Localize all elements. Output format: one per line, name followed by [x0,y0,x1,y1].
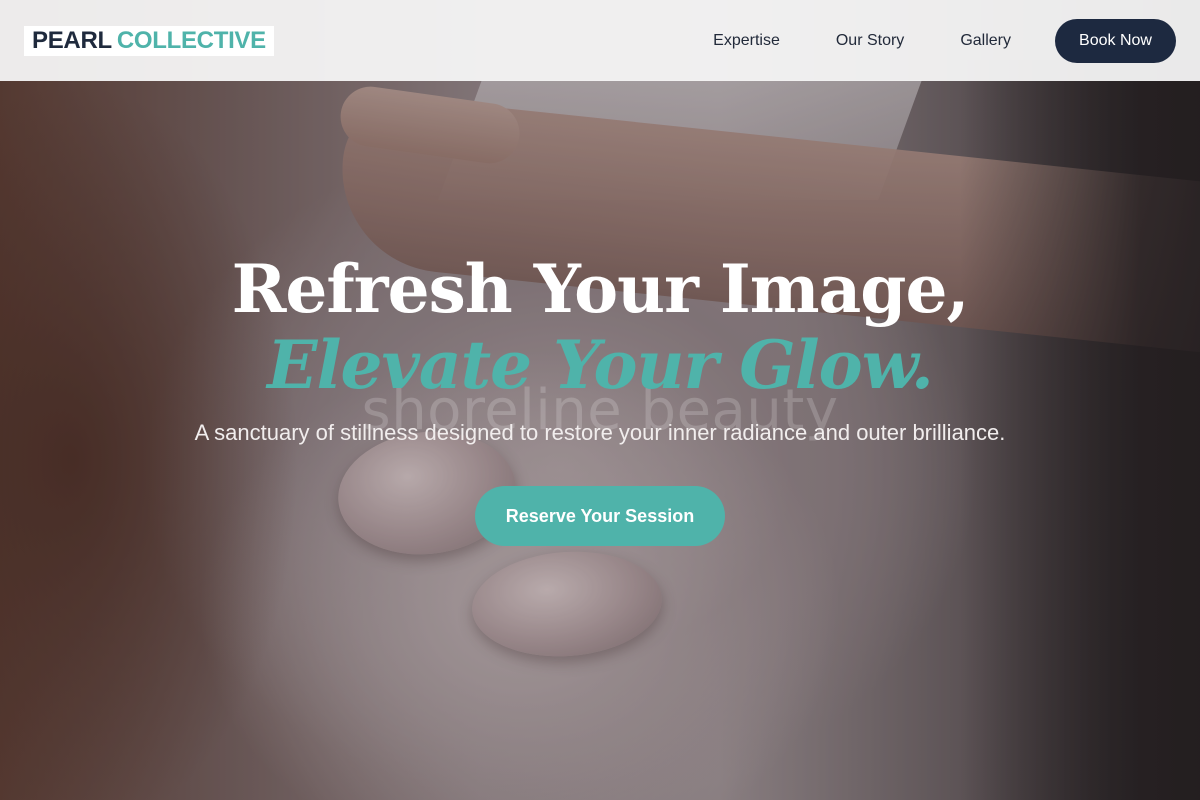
site-logo[interactable]: PEARL COLLECTIVE [24,25,274,56]
hero-tagline: A sanctuary of stillness designed to res… [194,420,1006,445]
nav-link-our-story[interactable]: Our Story [836,32,904,50]
hero-content: Refresh Your Image, Elevate Your Glow. s… [0,250,1200,546]
logo-word-pearl: PEARL [32,26,112,54]
nav-link-gallery[interactable]: Gallery [960,32,1011,50]
reserve-session-button[interactable]: Reserve Your Session [475,486,725,546]
logo-word-collective: COLLECTIVE [116,26,266,54]
book-now-button[interactable]: Book Now [1055,18,1176,63]
hero-headline-line-2: Elevate Your Glow. [267,326,934,404]
nav-link-expertise[interactable]: Expertise [713,32,780,50]
site-header: PEARL COLLECTIVE Expertise Our Story Gal… [0,0,1200,81]
hero-headline-line-1: Refresh Your Image, [231,250,970,328]
main-nav: Expertise Our Story Gallery Book Now [713,18,1176,63]
